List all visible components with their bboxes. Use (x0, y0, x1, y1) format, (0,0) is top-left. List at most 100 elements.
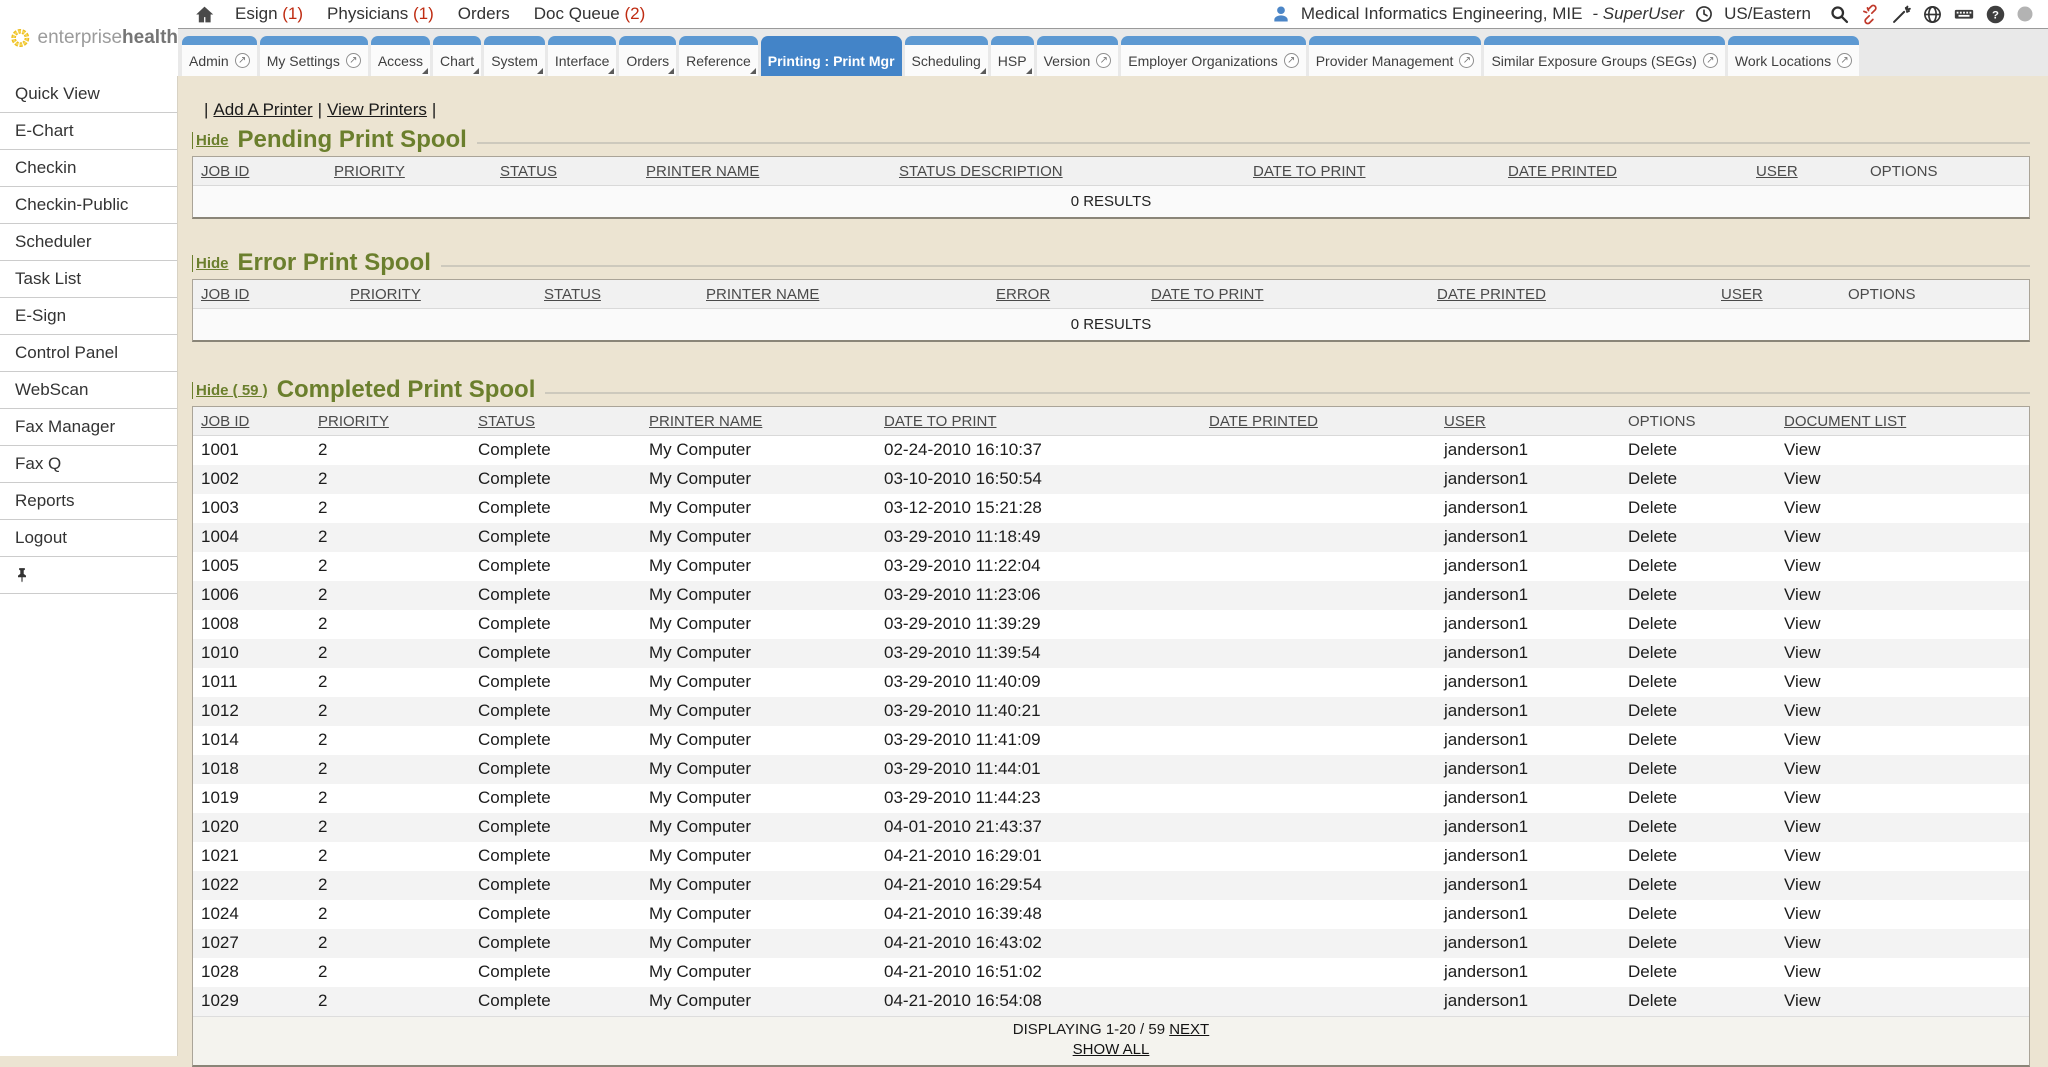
column-header-label[interactable]: STATUS (478, 413, 535, 430)
view-link[interactable]: View (1784, 817, 1821, 836)
search-icon[interactable] (1829, 4, 1850, 25)
tab-system[interactable]: System (484, 36, 545, 76)
column-header-user[interactable]: USER (1436, 407, 1620, 436)
sidebar-item-task-list[interactable]: Task List (0, 261, 177, 298)
column-header-printer-name[interactable]: PRINTER NAME (638, 157, 891, 186)
delete-link[interactable]: Delete (1628, 527, 1677, 546)
column-header-label[interactable]: JOB ID (201, 286, 249, 303)
column-header-label[interactable]: STATUS (500, 163, 557, 180)
add-printer-link[interactable]: Add A Printer (213, 100, 312, 119)
logo[interactable]: enterprisehealth (0, 0, 178, 76)
view-link[interactable]: View (1784, 933, 1821, 952)
column-header-user[interactable]: USER (1748, 157, 1862, 186)
delete-link[interactable]: Delete (1628, 875, 1677, 894)
column-header-label[interactable]: PRIORITY (318, 413, 389, 430)
column-header-label[interactable]: DATE TO PRINT (1151, 286, 1264, 303)
tab-printing-print-mgr[interactable]: Printing : Print Mgr (761, 36, 902, 76)
top-link-orders[interactable]: Orders (458, 4, 510, 24)
column-header-date-printed[interactable]: DATE PRINTED (1429, 280, 1713, 309)
show-all-link[interactable]: SHOW ALL (1073, 1041, 1150, 1058)
view-link[interactable]: View (1784, 614, 1821, 633)
delete-link[interactable]: Delete (1628, 498, 1677, 517)
column-header-status[interactable]: STATUS (470, 407, 641, 436)
globe-icon[interactable] (1922, 4, 1943, 25)
tab-admin[interactable]: Admin↗ (182, 36, 257, 76)
column-header-user[interactable]: USER (1713, 280, 1840, 309)
view-link[interactable]: View (1784, 469, 1821, 488)
delete-link[interactable]: Delete (1628, 440, 1677, 459)
column-header-label[interactable]: USER (1756, 163, 1798, 180)
sidebar-item-webscan[interactable]: WebScan (0, 372, 177, 409)
column-header-label[interactable]: JOB ID (201, 163, 249, 180)
column-header-job-id[interactable]: JOB ID (193, 157, 326, 186)
column-header-job-id[interactable]: JOB ID (193, 280, 342, 309)
help-icon[interactable]: ? (1985, 4, 2006, 25)
sidebar-item-e-sign[interactable]: E-Sign (0, 298, 177, 335)
column-header-date-to-print[interactable]: DATE TO PRINT (876, 407, 1201, 436)
sidebar-item-logout[interactable]: Logout (0, 520, 177, 557)
sidebar-item-fax-q[interactable]: Fax Q (0, 446, 177, 483)
column-header-label[interactable]: DATE PRINTED (1209, 413, 1318, 430)
top-link-physicians[interactable]: Physicians (1) (327, 4, 434, 24)
delete-link[interactable]: Delete (1628, 991, 1677, 1010)
disconnect-icon[interactable] (1860, 4, 1881, 25)
column-header-label[interactable]: DATE TO PRINT (884, 413, 997, 430)
tab-similar-exposure-groups-segs[interactable]: Similar Exposure Groups (SEGs)↗ (1484, 36, 1724, 76)
view-link[interactable]: View (1784, 643, 1821, 662)
tab-scheduling[interactable]: Scheduling (905, 36, 988, 76)
delete-link[interactable]: Delete (1628, 556, 1677, 575)
delete-link[interactable]: Delete (1628, 817, 1677, 836)
column-header-status[interactable]: STATUS (536, 280, 698, 309)
column-header-label[interactable]: PRIORITY (334, 163, 405, 180)
hide-completed-link[interactable]: Hide ( 59 ) (192, 382, 268, 399)
sidebar-item-checkin[interactable]: Checkin (0, 150, 177, 187)
delete-link[interactable]: Delete (1628, 904, 1677, 923)
view-printers-link[interactable]: View Printers (327, 100, 427, 119)
column-header-label[interactable]: PRIORITY (350, 286, 421, 303)
column-header-printer-name[interactable]: PRINTER NAME (698, 280, 988, 309)
sidebar-item-quick-view[interactable]: Quick View (0, 76, 177, 113)
keyboard-icon[interactable] (1953, 3, 1975, 25)
sidebar-item-control-panel[interactable]: Control Panel (0, 335, 177, 372)
tab-chart[interactable]: Chart (433, 36, 481, 76)
delete-link[interactable]: Delete (1628, 469, 1677, 488)
tab-version[interactable]: Version↗ (1037, 36, 1119, 76)
sidebar-item-reports[interactable]: Reports (0, 483, 177, 520)
delete-link[interactable]: Delete (1628, 788, 1677, 807)
tab-access[interactable]: Access (371, 36, 430, 76)
delete-link[interactable]: Delete (1628, 730, 1677, 749)
view-link[interactable]: View (1784, 556, 1821, 575)
column-header-label[interactable]: STATUS (544, 286, 601, 303)
column-header-error[interactable]: ERROR (988, 280, 1143, 309)
column-header-printer-name[interactable]: PRINTER NAME (641, 407, 876, 436)
sidebar-item-e-chart[interactable]: E-Chart (0, 113, 177, 150)
column-header-label[interactable]: DATE PRINTED (1508, 163, 1617, 180)
delete-link[interactable]: Delete (1628, 846, 1677, 865)
column-header-label[interactable]: DOCUMENT LIST (1784, 413, 1906, 430)
tab-provider-management[interactable]: Provider Management↗ (1309, 36, 1482, 76)
column-header-job-id[interactable]: JOB ID (193, 407, 310, 436)
tab-hsp[interactable]: HSP (991, 36, 1034, 76)
sidebar-pin-toggle[interactable] (0, 557, 177, 594)
column-header-label[interactable]: PRINTER NAME (649, 413, 762, 430)
tab-employer-organizations[interactable]: Employer Organizations↗ (1121, 36, 1305, 76)
sidebar-item-scheduler[interactable]: Scheduler (0, 224, 177, 261)
view-link[interactable]: View (1784, 962, 1821, 981)
delete-link[interactable]: Delete (1628, 759, 1677, 778)
column-header-priority[interactable]: PRIORITY (326, 157, 492, 186)
tab-reference[interactable]: Reference (679, 36, 758, 76)
delete-link[interactable]: Delete (1628, 643, 1677, 662)
delete-link[interactable]: Delete (1628, 962, 1677, 981)
column-header-priority[interactable]: PRIORITY (342, 280, 536, 309)
home-icon[interactable] (194, 4, 215, 25)
view-link[interactable]: View (1784, 991, 1821, 1010)
hide-error-link[interactable]: Hide (192, 255, 229, 272)
top-link-esign[interactable]: Esign (1) (235, 4, 303, 24)
wand-icon[interactable] (1891, 4, 1912, 25)
sidebar-item-fax-manager[interactable]: Fax Manager (0, 409, 177, 446)
tab-my-settings[interactable]: My Settings↗ (260, 36, 368, 76)
column-header-label[interactable]: DATE TO PRINT (1253, 163, 1366, 180)
column-header-date-printed[interactable]: DATE PRINTED (1201, 407, 1436, 436)
view-link[interactable]: View (1784, 730, 1821, 749)
view-link[interactable]: View (1784, 498, 1821, 517)
